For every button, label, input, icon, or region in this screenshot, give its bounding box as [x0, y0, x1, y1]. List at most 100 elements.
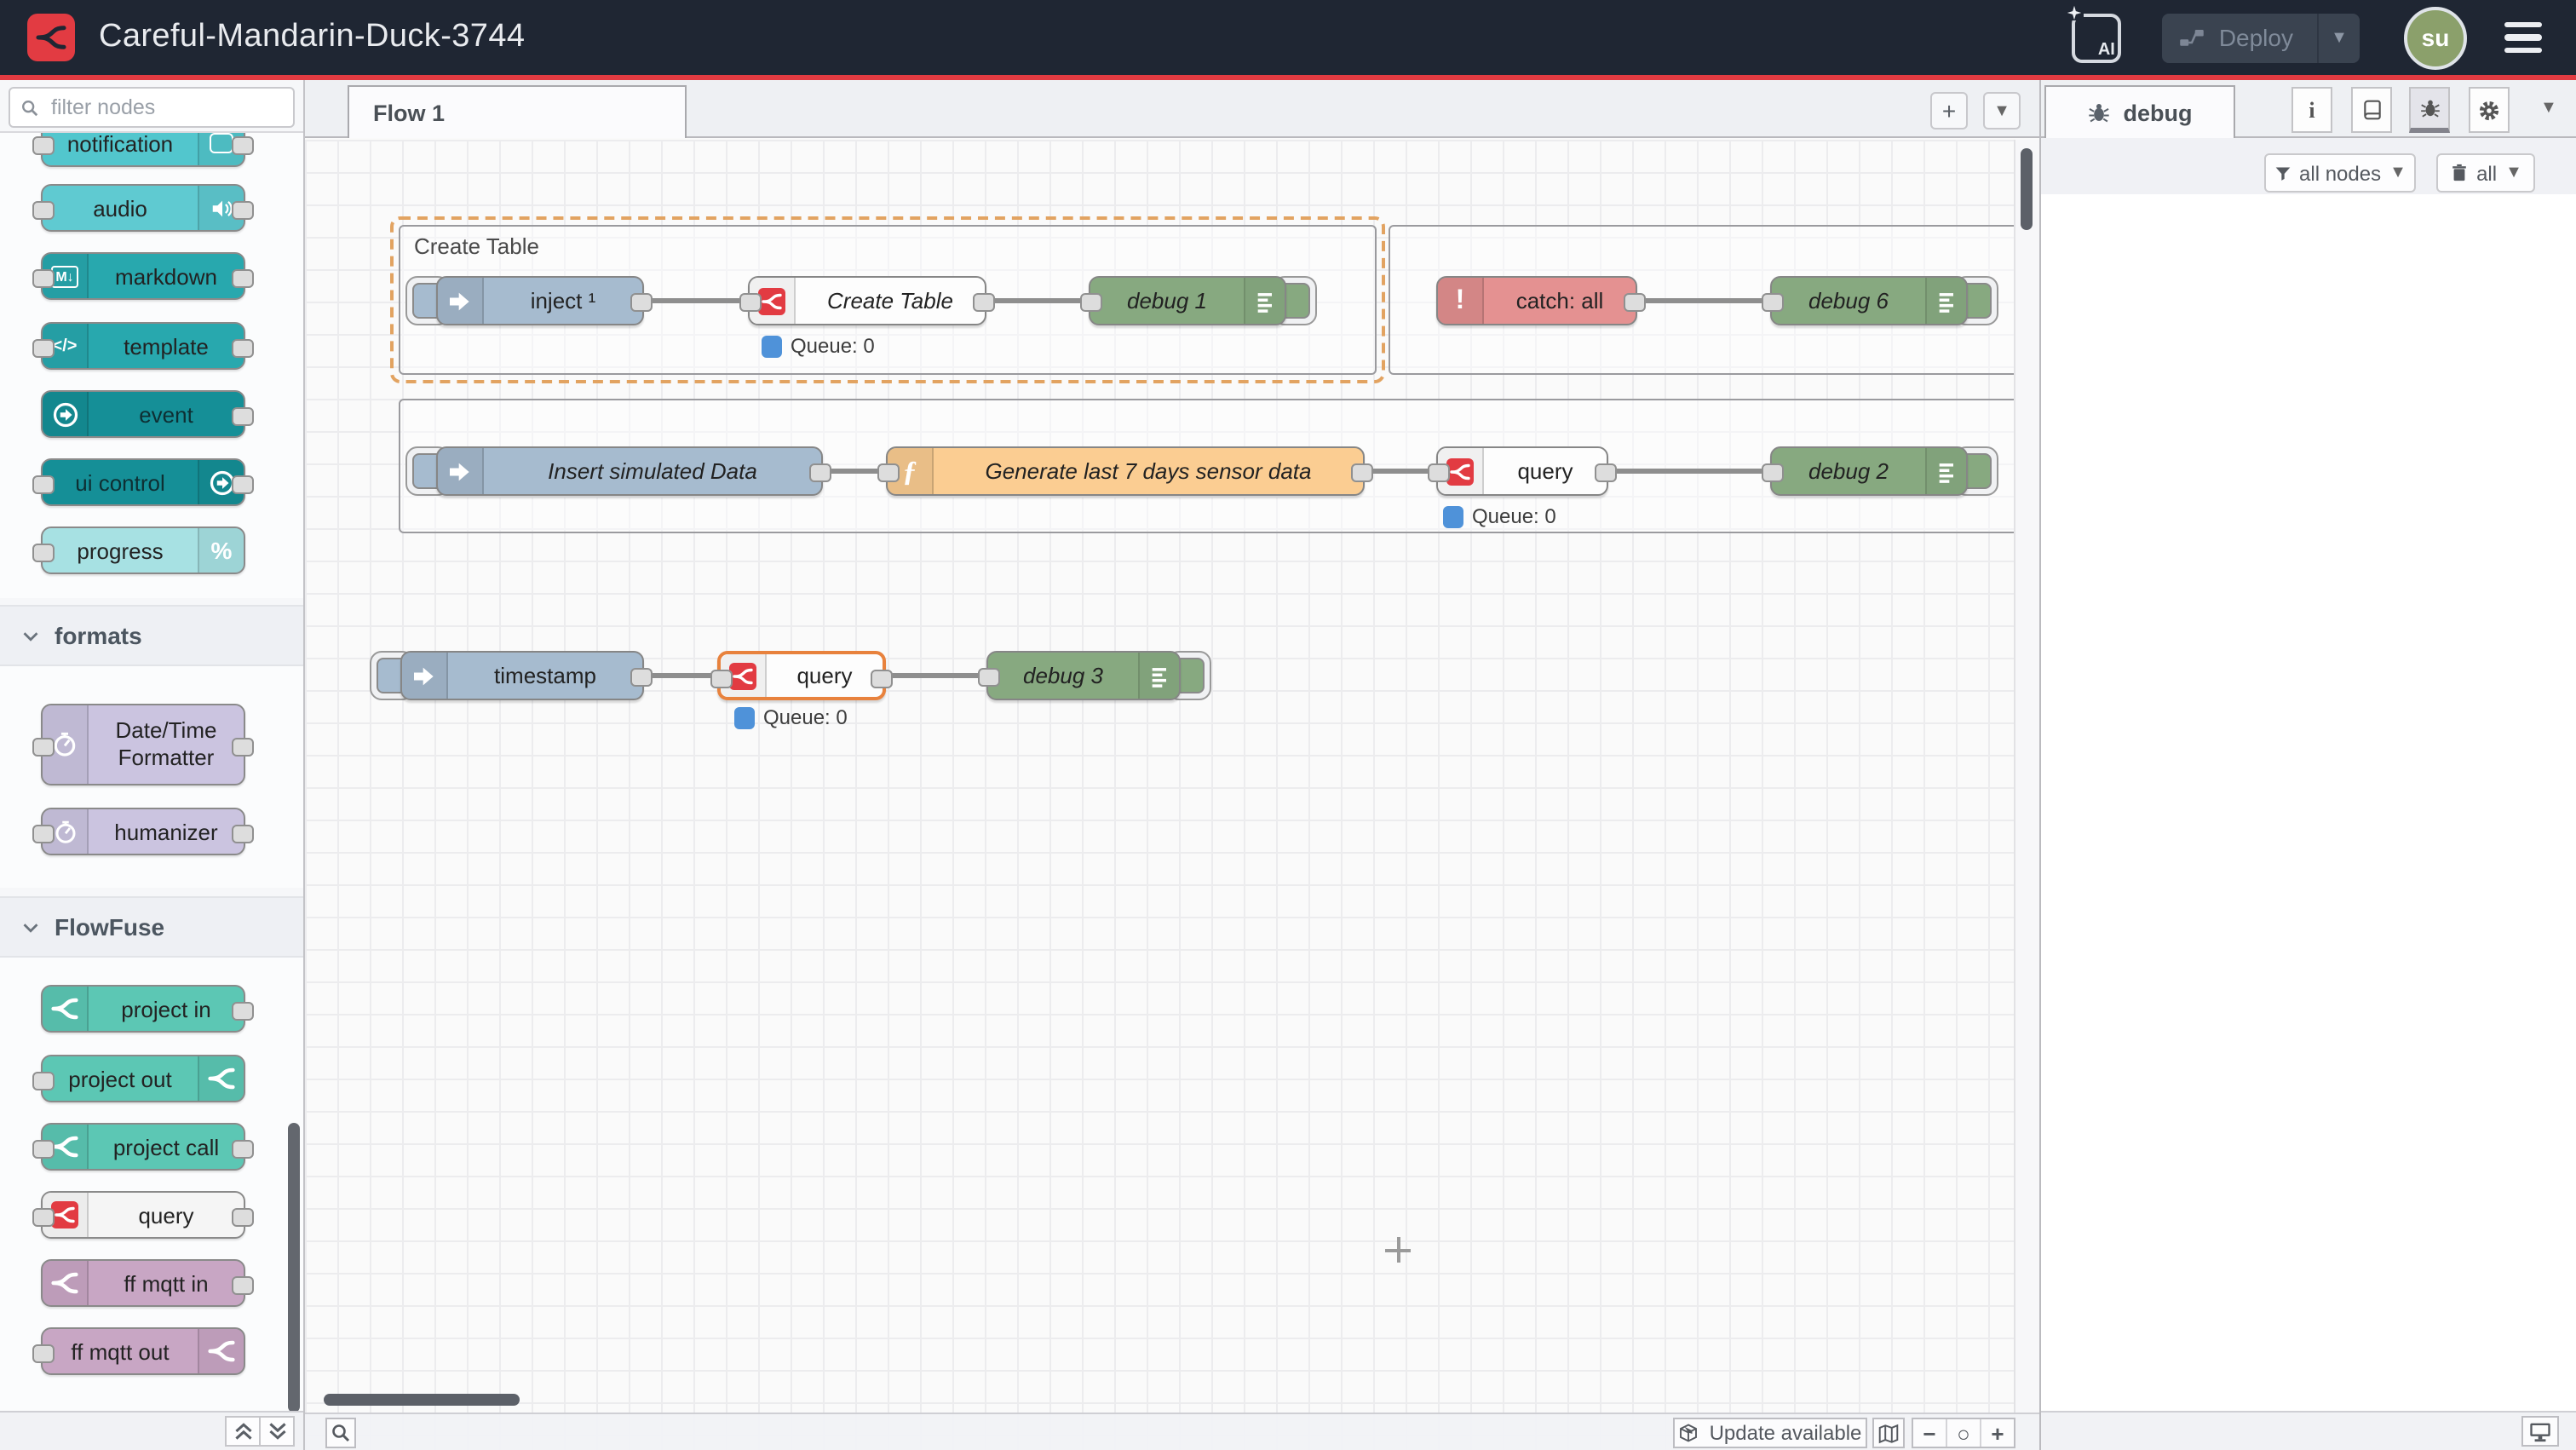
node-insert-simulated-data[interactable]: Insert simulated Data: [436, 446, 823, 496]
main-menu-button[interactable]: [2504, 22, 2542, 54]
palette-node-project-in[interactable]: project in: [41, 985, 245, 1033]
node-debug-1[interactable]: debug 1: [1089, 276, 1286, 325]
queue-badge-swatch: [762, 335, 782, 357]
sidebar-footer: [2041, 1411, 2576, 1450]
output-port[interactable]: [1624, 293, 1646, 312]
palette-node-notification[interactable]: notification: [41, 133, 245, 167]
chevron-down-icon: ▼: [2389, 164, 2406, 182]
canvas-horizontal-scrollbar[interactable]: [324, 1394, 520, 1406]
palette-scrollbar[interactable]: [288, 1123, 300, 1413]
palette-node-audio[interactable]: audio: [41, 184, 245, 232]
palette-scroll-area[interactable]: notification audio M↓ markdown </> templ…: [0, 133, 303, 1413]
update-available-button[interactable]: Update available: [1673, 1418, 1867, 1448]
output-port[interactable]: [871, 670, 893, 688]
sidebar-tab-config-button[interactable]: [2469, 87, 2510, 133]
output-port[interactable]: [1351, 463, 1373, 482]
zoom-in-button[interactable]: +: [1980, 1419, 2014, 1447]
inject-arrow-icon: [438, 448, 484, 494]
canvas-vertical-scrollbar[interactable]: [2021, 148, 2033, 230]
flowfuse-logo-icon[interactable]: [27, 14, 75, 61]
node-debug-2[interactable]: debug 2: [1770, 446, 1968, 496]
output-port[interactable]: [1595, 463, 1617, 482]
queue-status-badge: Queue: 0: [734, 705, 848, 729]
palette-node-humanizer[interactable]: humanizer: [41, 808, 245, 855]
debug-list-icon: [1925, 278, 1966, 324]
book-icon: [2360, 99, 2383, 121]
deploy-label: Deploy: [2219, 24, 2293, 51]
palette-section-flowfuse[interactable]: FlowFuse: [0, 896, 303, 958]
node-query-2[interactable]: query: [1436, 446, 1608, 496]
add-flow-button[interactable]: +: [1930, 92, 1968, 129]
sidebar-header: debug i ▼: [2041, 80, 2576, 138]
flowfuse-icon: [43, 1261, 89, 1305]
tab-flow-1[interactable]: Flow 1: [348, 85, 687, 138]
palette-filter-box[interactable]: [9, 87, 295, 128]
palette-section-formats[interactable]: formats: [0, 605, 303, 666]
sidebar-tab-debug-button[interactable]: [2409, 87, 2450, 133]
output-port[interactable]: [809, 463, 831, 482]
input-port[interactable]: [1428, 463, 1450, 482]
input-port[interactable]: [1080, 293, 1102, 312]
user-avatar[interactable]: su: [2404, 6, 2467, 69]
palette-node-project-call[interactable]: project call: [41, 1123, 245, 1171]
zoom-reset-button[interactable]: ○: [1946, 1419, 1980, 1447]
input-port[interactable]: [1762, 293, 1784, 312]
sidebar-tab-info-button[interactable]: i: [2291, 87, 2332, 133]
chevron-down-icon: ▼: [2505, 164, 2522, 182]
palette-node-progress[interactable]: progress %: [41, 526, 245, 574]
palette-node-datetime-formatter[interactable]: Date/Time Formatter: [41, 704, 245, 785]
chevron-down-icon: [22, 630, 39, 642]
map-icon: [1877, 1422, 1900, 1444]
debug-list-icon: [1138, 653, 1179, 699]
flowfuse-icon: [43, 987, 89, 1031]
inject-arrow-icon: [438, 278, 484, 324]
output-port[interactable]: [630, 293, 653, 312]
input-port[interactable]: [877, 463, 900, 482]
palette-node-ui-control[interactable]: ui control: [41, 458, 245, 506]
ai-assistant-icon[interactable]: AI: [2073, 13, 2122, 62]
palette-node-template[interactable]: </> template: [41, 322, 245, 370]
input-port[interactable]: [710, 670, 733, 688]
navigator-button[interactable]: [1872, 1418, 1905, 1448]
palette-node-ff-mqtt-out[interactable]: ff mqtt out: [41, 1327, 245, 1375]
palette-node-markdown[interactable]: M↓ markdown: [41, 252, 245, 300]
palette-node-project-out[interactable]: project out: [41, 1055, 245, 1102]
palette-node-event[interactable]: event: [41, 390, 245, 438]
sidebar-tab-debug[interactable]: debug: [2044, 85, 2235, 138]
deploy-button[interactable]: Deploy ▼: [2163, 13, 2360, 62]
flow-list-button[interactable]: ▼: [1983, 92, 2021, 129]
output-port[interactable]: [630, 668, 653, 687]
node-debug-3[interactable]: debug 3: [986, 651, 1181, 700]
debug-clear-button[interactable]: all ▼: [2436, 153, 2535, 193]
zoom-out-button[interactable]: −: [1913, 1419, 1946, 1447]
input-port[interactable]: [978, 668, 1000, 687]
percent-icon: %: [198, 528, 244, 573]
open-dashboard-button[interactable]: [2521, 1416, 2559, 1447]
queue-status-badge: Queue: 0: [762, 334, 875, 358]
node-catch-all[interactable]: ! catch: all: [1436, 276, 1637, 325]
expand-categories-button[interactable]: [259, 1418, 293, 1445]
node-query-3-selected[interactable]: query: [717, 651, 886, 700]
output-port[interactable]: [973, 293, 995, 312]
node-create-table-query[interactable]: Create Table: [748, 276, 986, 325]
canvas-search-button[interactable]: [325, 1418, 356, 1448]
sidebar-tab-help-button[interactable]: [2351, 87, 2392, 133]
node-timestamp-inject[interactable]: timestamp: [400, 651, 644, 700]
exclamation-icon: !: [1438, 278, 1484, 324]
app-header: Careful-Mandarin-Duck-3744 AI Deploy ▼ s…: [0, 0, 2576, 75]
deploy-nodes-icon: [2180, 25, 2205, 50]
input-port[interactable]: [739, 293, 762, 312]
chevron-down-icon: [22, 921, 39, 933]
flow-canvas[interactable]: Create Table injec: [305, 140, 2014, 1450]
debug-filter-button[interactable]: all nodes ▼: [2264, 153, 2416, 193]
deploy-dropdown-button[interactable]: ▼: [2317, 13, 2360, 62]
palette-node-ff-mqtt-in[interactable]: ff mqtt in: [41, 1259, 245, 1307]
node-generate-sensor-data-function[interactable]: ƒ Generate last 7 days sensor data: [886, 446, 1365, 496]
node-inject-1[interactable]: inject ¹: [436, 276, 644, 325]
node-debug-6[interactable]: debug 6: [1770, 276, 1968, 325]
input-port[interactable]: [1762, 463, 1784, 482]
palette-filter-input[interactable]: [48, 94, 259, 121]
collapse-categories-button[interactable]: [227, 1418, 259, 1445]
palette-node-query[interactable]: query: [41, 1191, 245, 1239]
sidebar-menu-chevron[interactable]: ▼: [2540, 99, 2557, 118]
